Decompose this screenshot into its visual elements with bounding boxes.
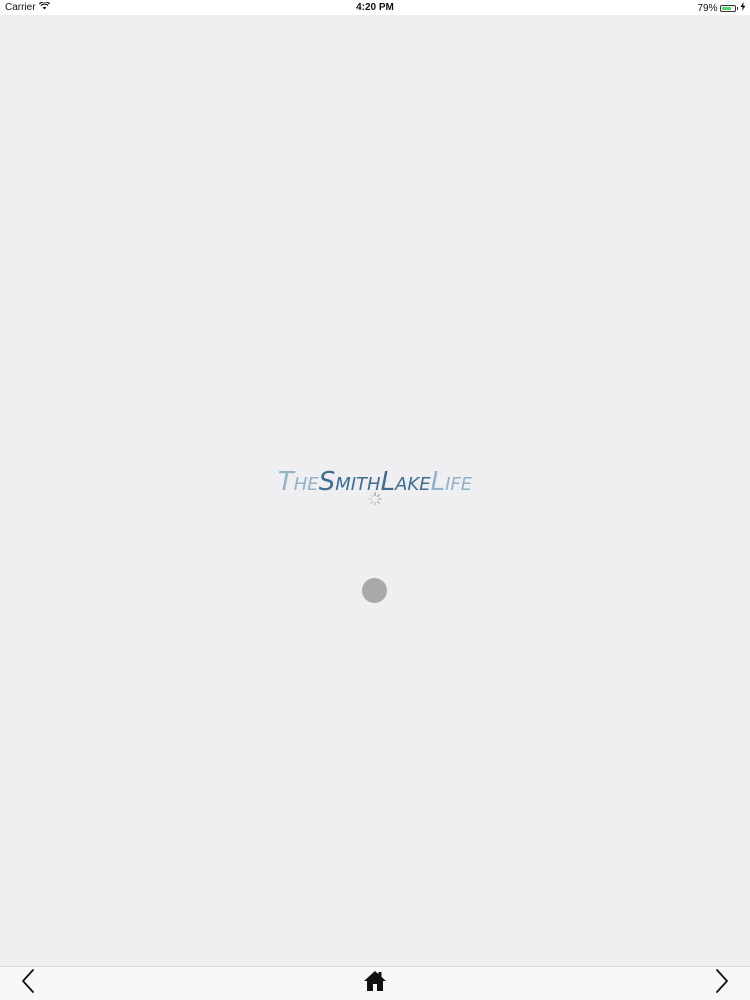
charging-bolt-icon <box>740 2 746 14</box>
home-icon <box>363 970 387 997</box>
logo-text-he: HE <box>293 474 319 495</box>
bottom-toolbar <box>0 966 750 1000</box>
logo-letter-t: T <box>277 467 294 497</box>
app-screen: Carrier 4:20 PM 79% THESMITHLAKELIFE <box>0 0 750 1000</box>
logo-text-ake: AKE <box>395 474 431 495</box>
battery-percent: 79% <box>697 2 718 14</box>
loading-indicator <box>362 578 387 603</box>
status-bar: Carrier 4:20 PM 79% <box>0 0 750 15</box>
logo-letter-s: S <box>318 467 336 497</box>
logo-text-ife: IFE <box>445 474 473 495</box>
battery-cap <box>736 6 738 10</box>
battery-fill <box>721 6 731 10</box>
logo-letter-l: L <box>380 467 396 497</box>
logo-letter-l2: L <box>430 467 446 497</box>
back-button[interactable] <box>8 967 48 1000</box>
activity-spinner-icon <box>368 492 382 506</box>
chevron-right-icon <box>715 969 729 998</box>
status-right: 79% <box>697 2 746 14</box>
forward-button[interactable] <box>702 967 742 1000</box>
status-time: 4:20 PM <box>356 2 394 13</box>
chevron-left-icon <box>21 969 35 998</box>
battery-icon <box>719 4 736 12</box>
home-button[interactable] <box>355 967 395 1000</box>
